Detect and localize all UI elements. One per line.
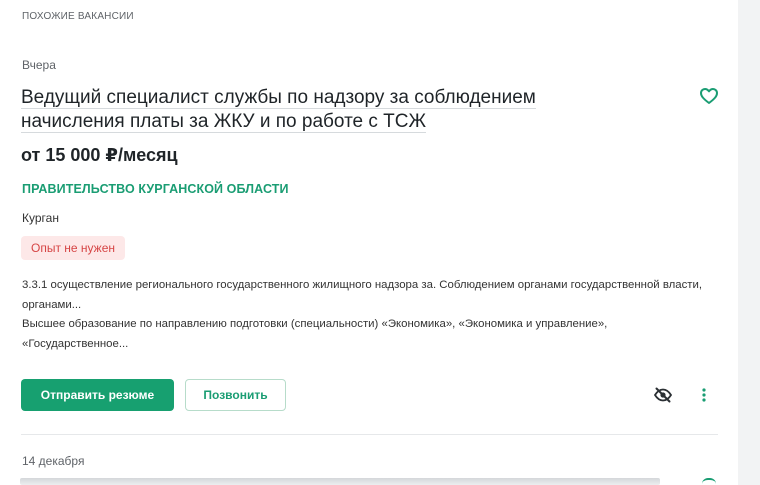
vacancy-title-link[interactable]: Ведущий специалист службы по надзору за … [21, 86, 661, 134]
section-title: ПОХОЖИЕ ВАКАНСИИ [22, 11, 134, 22]
experience-badge: Опыт не нужен [21, 236, 126, 260]
heart-outline-icon[interactable] [699, 87, 719, 105]
vacancy-city: Курган [22, 211, 59, 225]
page: ПОХОЖИЕ ВАКАНСИИ Вчера Ведущий специалис… [0, 0, 760, 485]
vacancy-description: 3.3.1 осуществление регионального госуда… [22, 276, 712, 354]
company-link[interactable]: ПРАВИТЕЛЬСТВО КУРГАНСКОЙ ОБЛАСТИ [22, 182, 289, 196]
next-vacancy-date: 14 декабря [22, 454, 85, 468]
vacancy-title-line-2: начисления платы за ЖКУ и по работе с ТС… [21, 111, 427, 133]
similar-vacancies-card: ПОХОЖИЕ ВАКАНСИИ Вчера Ведущий специалис… [0, 0, 738, 485]
next-vacancy-title-cut-off[interactable] [20, 478, 660, 485]
send-resume-button[interactable]: Отправить резюме [21, 379, 174, 411]
vacancy-title-line-1: Ведущий специалист службы по надзору за … [21, 87, 536, 109]
eye-off-icon[interactable] [653, 386, 673, 404]
vacancy-salary: от 15 000 ₽/месяц [21, 145, 178, 165]
vacancy-requirements: Высшее образование по направлению подгот… [22, 318, 608, 350]
vacancy-divider [21, 434, 718, 435]
next-heart-icon[interactable] [702, 478, 716, 485]
call-button[interactable]: Позвонить [185, 379, 286, 411]
vacancy-date: Вчера [22, 58, 56, 72]
vacancy-responsibilities: 3.3.1 осуществление регионального госуда… [22, 279, 703, 311]
more-vertical-icon[interactable] [696, 386, 712, 404]
